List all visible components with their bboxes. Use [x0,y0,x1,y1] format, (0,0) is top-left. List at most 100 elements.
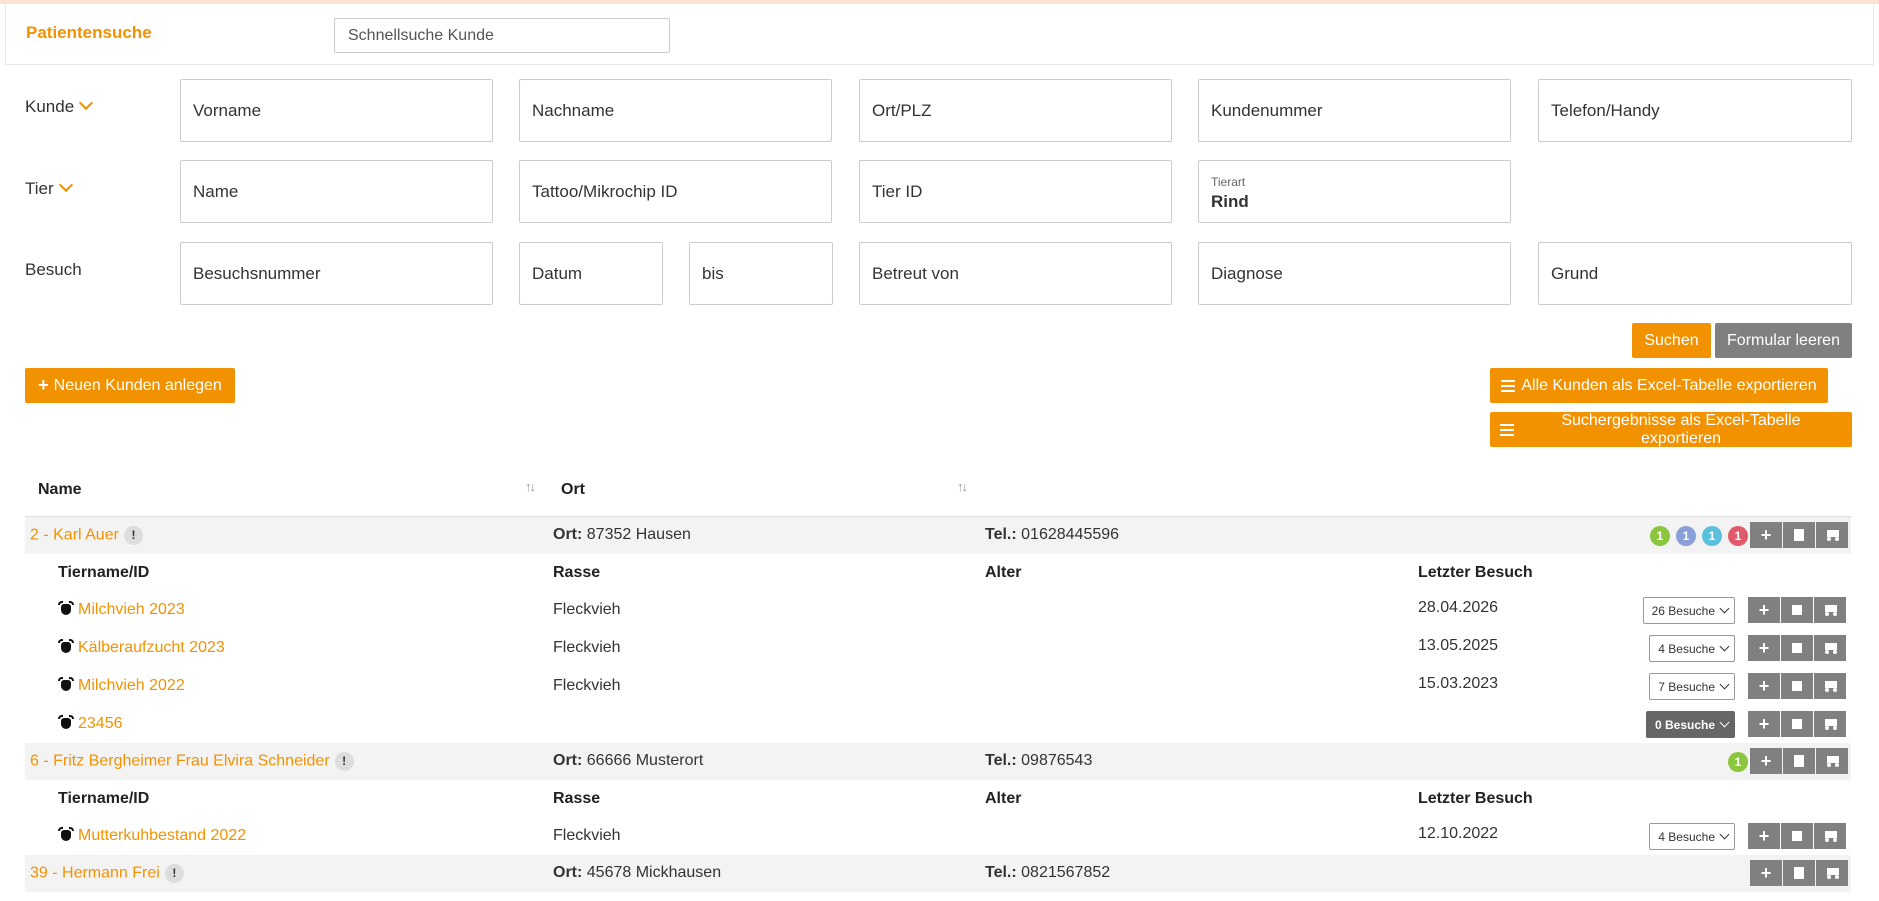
add-visit-button[interactable]: + [1748,673,1780,699]
grund-field[interactable] [1538,242,1852,305]
info-icon[interactable]: ! [164,864,184,883]
row-action-bar: + [1749,748,1848,774]
visits-dropdown[interactable]: 4 Besuche [1649,635,1735,662]
visits-dropdown[interactable]: 4 Besuche [1649,823,1735,850]
tier-name-field[interactable] [180,160,493,223]
datum-to-field[interactable] [689,242,833,305]
add-button[interactable]: + [1750,748,1782,774]
animal-action-bar: + [1747,597,1846,623]
animal-rasse: Fleckvieh [553,827,621,844]
animal-name-link[interactable]: 23456 [78,715,123,732]
cart-button[interactable] [1816,522,1848,548]
status-count-badge[interactable]: 1 [1676,526,1696,546]
kunde-toggle[interactable]: Kunde [25,95,94,117]
cart-button[interactable] [1816,860,1848,886]
customer-name-cell: 2 - Karl Auer! [30,526,143,545]
datum-from-field[interactable] [519,242,663,305]
clear-form-button[interactable]: Formular leeren [1715,323,1852,358]
document-button[interactable] [1783,748,1815,774]
vorname-field[interactable] [180,79,493,142]
search-button[interactable]: Suchen [1632,323,1711,358]
cow-icon [58,827,74,841]
animal-name-cell: Milchvieh 2022 [58,677,185,695]
column-header-ort[interactable]: Ort [561,481,585,499]
export-results-label: Suchergebnisse als Excel-Tabelle exporti… [1561,411,1801,447]
tattoo-chip-field[interactable] [519,160,832,223]
calendar-button[interactable] [1781,635,1813,661]
customer-tel: Tel.: 01628445596 [985,526,1119,544]
add-visit-button[interactable]: + [1748,711,1780,737]
visits-dropdown[interactable]: 0 Besuche [1645,711,1735,738]
customer-row: 2 - Karl Auer! Ort: 87352 Hausen Tel.: 016… [25,517,1851,554]
calendar-button[interactable] [1781,711,1813,737]
add-button[interactable]: + [1750,860,1782,886]
cart-button[interactable] [1814,673,1846,699]
cart-icon [1823,830,1837,842]
export-all-button[interactable]: Alle Kunden als Excel-Tabelle exportiere… [1490,368,1828,403]
betreut-von-field[interactable] [859,242,1172,305]
info-icon[interactable]: ! [123,526,143,545]
status-count-badge[interactable]: 1 [1650,526,1670,546]
animal-name-link[interactable]: Milchvieh 2023 [78,601,185,618]
sort-icon[interactable]: ↑↓ [525,479,536,494]
cart-button[interactable] [1814,711,1846,737]
visits-dropdown[interactable]: 7 Besuche [1649,673,1735,700]
customer-row: 6 - Fritz Bergheimer Frau Elvira Schneid… [25,743,1851,780]
customer-ort: Ort: 45678 Mickhausen [553,864,721,882]
visits-dropdown-label: 4 Besuche [1658,641,1715,656]
visits-dropdown[interactable]: 26 Besuche [1642,597,1735,624]
tel-value: 01628445596 [1016,526,1120,543]
column-header-name[interactable]: Name [38,481,82,499]
quick-search-input[interactable] [334,18,670,53]
document-icon [1794,867,1804,879]
status-count-badge[interactable]: 1 [1728,752,1748,772]
customer-name-link[interactable]: 39 - Hermann Frei [30,865,160,882]
tel-label: Tel.: [985,752,1017,769]
add-visit-button[interactable]: + [1748,635,1780,661]
info-icon[interactable]: ! [334,752,354,771]
status-count-badge[interactable]: 1 [1728,526,1748,546]
customer-name-link[interactable]: 6 - Fritz Bergheimer Frau Elvira Schneid… [30,753,330,770]
status-count-badge[interactable]: 1 [1702,526,1722,546]
ort-value: 66666 Musterort [582,752,704,769]
add-visit-button[interactable]: + [1748,597,1780,623]
document-button[interactable] [1783,522,1815,548]
cart-icon [1823,642,1837,654]
add-customer-button[interactable]: + Neuen Kunden anlegen [25,368,235,403]
diagnose-field[interactable] [1198,242,1511,305]
cart-button[interactable] [1816,748,1848,774]
nachname-field[interactable] [519,79,832,142]
add-button[interactable]: + [1750,522,1782,548]
cow-icon [58,677,74,691]
cart-button[interactable] [1814,597,1846,623]
add-visit-button[interactable]: + [1748,823,1780,849]
tier-toggle[interactable]: Tier [25,177,73,199]
cart-button[interactable] [1814,635,1846,661]
animal-letzter-besuch: 15.03.2023 [1418,675,1499,692]
animal-name-cell: 23456 [58,715,123,733]
tierart-select[interactable]: Tierart Rind [1198,160,1511,223]
export-results-button[interactable]: Suchergebnisse als Excel-Tabelle exporti… [1490,412,1852,447]
subheader-tiername: Tiername/ID [58,564,150,581]
cow-head [61,830,71,841]
sort-icon[interactable]: ↑↓ [957,479,968,494]
animal-name-link[interactable]: Milchvieh 2022 [78,677,185,694]
ort-plz-field[interactable] [859,79,1172,142]
besuchsnummer-field[interactable] [180,242,493,305]
customer-name-cell: 39 - Hermann Frei! [30,864,184,883]
tier-id-field[interactable] [859,160,1172,223]
document-icon [1794,529,1804,541]
cart-button[interactable] [1814,823,1846,849]
row-action-bar: + [1749,522,1848,548]
kundennummer-field[interactable] [1198,79,1511,142]
calendar-button[interactable] [1781,673,1813,699]
page-title: Patientensuche [26,23,152,42]
document-button[interactable] [1783,860,1815,886]
animal-name-link[interactable]: Kälberaufzucht 2023 [78,639,225,656]
customer-name-link[interactable]: 2 - Karl Auer [30,527,119,544]
animal-name-link[interactable]: Mutterkuhbestand 2022 [78,827,246,844]
calendar-button[interactable] [1781,597,1813,623]
telefon-field[interactable] [1538,79,1852,142]
calendar-button[interactable] [1781,823,1813,849]
plus-icon: + [38,375,49,395]
